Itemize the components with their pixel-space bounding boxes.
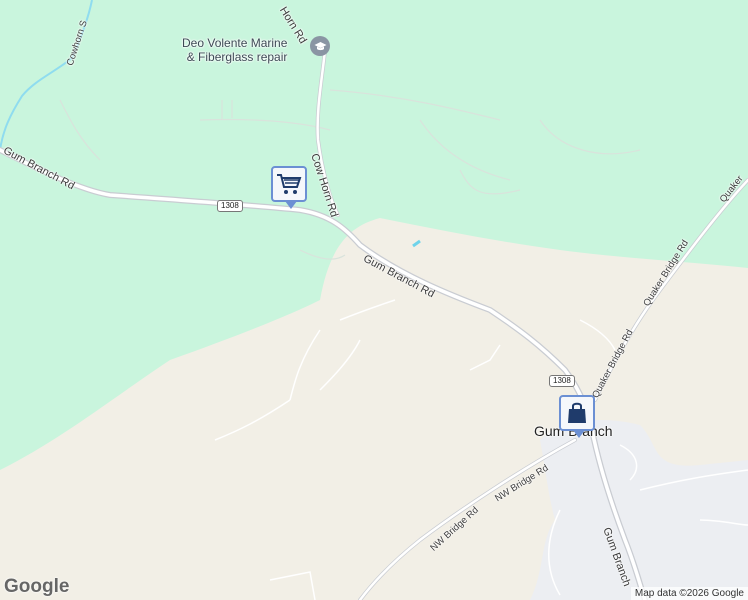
google-logo: Google xyxy=(4,576,70,597)
shopping-pin[interactable] xyxy=(271,166,307,209)
poi-label-marine[interactable]: Deo Volente Marine & Fiberglass repair xyxy=(182,36,287,64)
route-shield-1308-south: 1308 xyxy=(549,375,575,387)
forest-area xyxy=(0,0,748,470)
school-cap-icon[interactable] xyxy=(310,36,330,56)
route-shield-1308-north: 1308 xyxy=(217,200,243,212)
poi-label-marine-line2: & Fiberglass repair xyxy=(186,50,288,64)
map-base-layer xyxy=(0,0,748,600)
shopping-bag-icon xyxy=(568,402,586,423)
poi-label-marine-line1: Deo Volente Marine xyxy=(182,36,288,50)
map-attribution[interactable]: Map data ©2026 Google xyxy=(630,587,748,600)
shopping-cart-icon xyxy=(277,174,302,194)
store-pin[interactable] xyxy=(559,395,595,438)
pond-water xyxy=(412,239,421,248)
map-view[interactable]: Horn Rd Cowhorn S Gum Branch Rd Cow Horn… xyxy=(0,0,748,600)
